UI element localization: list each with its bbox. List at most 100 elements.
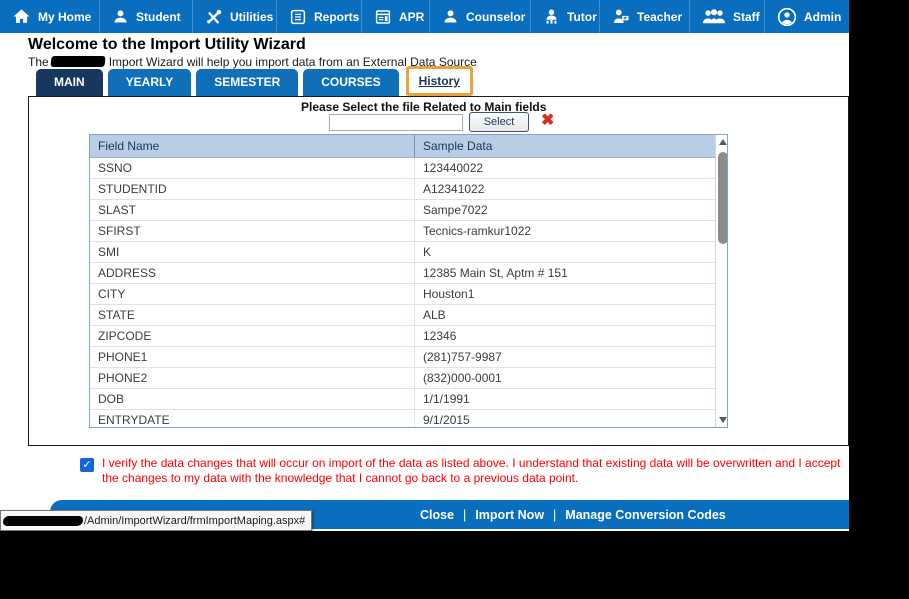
clear-file-icon[interactable]: ✖ (541, 110, 554, 130)
field-name-cell: DOB (90, 389, 415, 409)
field-name-cell: SMI (90, 242, 415, 262)
table-scrollbar[interactable] (715, 135, 727, 427)
table-header-row: Field Name Sample Data (90, 135, 715, 158)
file-select-input[interactable] (329, 114, 463, 131)
teacher-icon (612, 8, 630, 26)
wizard-content-panel: Please Select the file Related to Main f… (28, 96, 849, 446)
verify-section: ✓ I verify the data changes that will oc… (80, 456, 845, 486)
sample-data-cell: A12341022 (423, 182, 485, 196)
field-name-cell: ENTRYDATE (90, 410, 415, 427)
nav-item-label: Admin (804, 9, 842, 24)
sample-data-cell: Houston1 (423, 287, 475, 301)
sample-data-cell: K (423, 245, 432, 259)
sample-data-cell: 123440022 (423, 161, 484, 175)
history-highlight-box: History (405, 66, 473, 96)
nav-item-utilities[interactable]: Utilities (193, 0, 277, 33)
nav-item-label: APR (399, 9, 425, 24)
import-now-button[interactable]: Import Now (475, 508, 544, 522)
admin-icon (777, 7, 797, 27)
nav-item-label: My Home (38, 9, 92, 24)
sample-data-cell: Tecnics-ramkur1022 (423, 224, 532, 238)
table-row[interactable]: STUDENTID A12341022 (90, 179, 715, 200)
footer-links: Close | Import Now | Manage Conversion C… (420, 500, 726, 529)
nav-item-my-home[interactable]: My Home (0, 0, 100, 33)
table-row[interactable]: PHONE2 (832)000-0001 (90, 368, 715, 389)
field-name-cell: STATE (90, 305, 415, 325)
sample-data-cell: 9/1/2015 (423, 413, 470, 427)
table-row[interactable]: STATE ALB (90, 305, 715, 326)
nav-item-label: Student (136, 9, 181, 24)
home-icon (12, 7, 31, 26)
scrollbar-down-arrow-icon[interactable] (716, 413, 727, 427)
nav-item-counselor[interactable]: Counselor (430, 0, 531, 33)
page-title: Welcome to the Import Utility Wizard (28, 36, 306, 53)
nav-item-apr[interactable]: APR (362, 0, 430, 33)
utilities-icon (205, 8, 223, 26)
field-name-cell: PHONE1 (90, 347, 415, 367)
counselor-icon (442, 8, 459, 25)
student-icon (112, 8, 129, 25)
nav-item-label: Reports (314, 9, 360, 24)
table-row[interactable]: ENTRYDATE 9/1/2015 (90, 410, 715, 427)
field-name-cell: SFIRST (90, 221, 415, 241)
scrollbar-up-arrow-icon[interactable] (716, 135, 727, 149)
sample-data-cell: Sampe7022 (423, 203, 488, 217)
footer-separator: | (463, 507, 467, 522)
table-row[interactable]: SSNO 123440022 (90, 158, 715, 179)
nav-item-reports[interactable]: Reports (277, 0, 362, 33)
field-name-cell: CITY (90, 284, 415, 304)
apr-icon (374, 8, 392, 26)
table-row[interactable]: ZIPCODE 12346 (90, 326, 715, 347)
field-name-cell: SLAST (90, 200, 415, 220)
verify-checkbox[interactable]: ✓ (80, 458, 94, 472)
table-row[interactable]: PHONE1 (281)757-9987 (90, 347, 715, 368)
tab-history[interactable]: History (408, 69, 470, 93)
verify-statement-text: I verify the data changes that will occu… (102, 456, 841, 485)
nav-item-label: Counselor (466, 9, 526, 24)
field-name-cell: STUDENTID (90, 179, 415, 199)
status-url-tooltip: /Admin/ImportWizard/frmImportMaping.aspx… (0, 510, 313, 531)
table-body: Field Name Sample Data SSNO 123440022 STU… (90, 135, 715, 427)
field-name-cell: PHONE2 (90, 368, 415, 388)
column-header-sample-data: Sample Data (423, 139, 493, 153)
field-name-cell: SSNO (90, 158, 415, 178)
nav-item-label: Utilities (230, 9, 274, 24)
sample-data-cell: ALB (423, 308, 446, 322)
url-redaction-mark (2, 515, 84, 526)
select-button[interactable]: Select (469, 112, 529, 132)
close-button[interactable]: Close (420, 508, 454, 522)
sample-data-cell: 1/1/1991 (423, 392, 470, 406)
table-row[interactable]: SFIRST Tecnics-ramkur1022 (90, 221, 715, 242)
tutor-icon (543, 8, 560, 25)
table-row[interactable]: ADDRESS 12385 Main St, Aptm # 151 (90, 263, 715, 284)
field-mapping-table: Field Name Sample Data SSNO 123440022 STU… (89, 134, 728, 428)
nav-item-student[interactable]: Student (100, 0, 193, 33)
tab-courses[interactable]: COURSES (303, 69, 399, 96)
manage-conversion-codes-button[interactable]: Manage Conversion Codes (565, 508, 725, 522)
tab-yearly[interactable]: YEARLY (107, 69, 192, 96)
column-header-field-name: Field Name (90, 135, 415, 157)
tab-main[interactable]: MAIN (36, 69, 103, 96)
nav-item-label: Staff (733, 9, 760, 24)
nav-item-tutor[interactable]: Tutor (531, 0, 600, 33)
table-row[interactable]: SLAST Sampe7022 (90, 200, 715, 221)
nav-item-admin[interactable]: Admin (765, 0, 849, 33)
nav-item-label: Teacher (637, 9, 683, 24)
field-name-cell: ZIPCODE (90, 326, 415, 346)
sample-data-cell: (832)000-0001 (423, 371, 502, 385)
tab-semester[interactable]: SEMESTER (196, 69, 299, 96)
table-row[interactable]: DOB 1/1/1991 (90, 389, 715, 410)
sample-data-cell: 12385 Main St, Aptm # 151 (423, 266, 568, 280)
top-navbar: My Home Student Utilities Reports APR Co… (0, 0, 849, 33)
scrollbar-thumb[interactable] (718, 152, 727, 244)
field-name-cell: ADDRESS (90, 263, 415, 283)
table-row[interactable]: SMI K (90, 242, 715, 263)
nav-item-label: Tutor (567, 9, 597, 24)
nav-item-teacher[interactable]: Teacher (600, 0, 690, 33)
footer-separator: | (553, 507, 557, 522)
table-row[interactable]: CITY Houston1 (90, 284, 715, 305)
app-page: My Home Student Utilities Reports APR Co… (0, 0, 849, 531)
staff-icon (702, 8, 726, 25)
reports-icon (289, 8, 307, 26)
nav-item-staff[interactable]: Staff (690, 0, 765, 33)
